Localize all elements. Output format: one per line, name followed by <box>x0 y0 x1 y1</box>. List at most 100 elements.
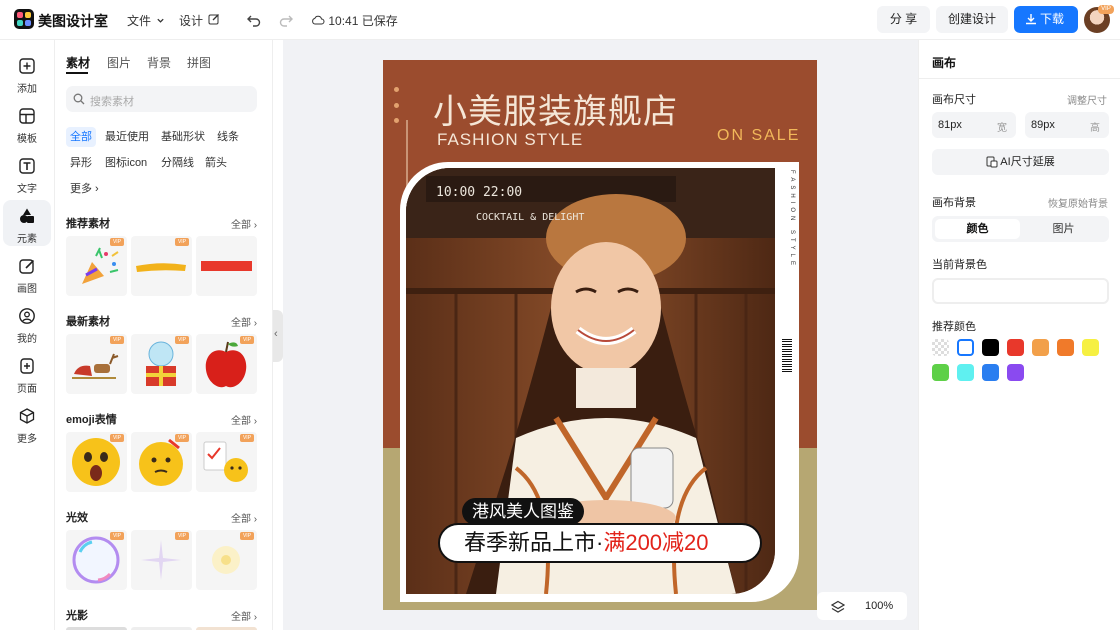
swatch-red[interactable] <box>1007 339 1024 356</box>
asset-yellow-stroke[interactable]: VIP <box>131 236 192 296</box>
section-title-emoji: emoji表情 <box>66 414 117 426</box>
panel-title: 画布 <box>932 56 957 70</box>
current-bg-label: 当前背景色 <box>932 259 987 271</box>
see-all-label: 全部 <box>231 514 251 525</box>
rail-item-more[interactable]: 更多 <box>3 400 51 446</box>
rail-item-page[interactable]: 页面 <box>3 350 51 396</box>
swatch-transparent[interactable] <box>932 339 949 356</box>
bg-type-color[interactable]: 颜色 <box>935 219 1020 239</box>
tab-images[interactable]: 图片 <box>107 54 131 71</box>
rail-label: 更多 <box>17 434 37 445</box>
chip-dividers[interactable]: 分隔线 <box>157 153 198 173</box>
vip-badge: VIP <box>110 238 124 246</box>
poster-dot <box>394 103 399 108</box>
chip-all[interactable]: 全部 <box>66 127 96 147</box>
asset-bubble[interactable]: VIP <box>66 530 127 590</box>
chip-more[interactable]: 更多 › <box>66 179 103 199</box>
cloud-saved-icon <box>312 15 325 25</box>
vip-badge: VIP <box>175 434 189 442</box>
rail-item-text[interactable]: 文字 <box>3 150 51 196</box>
caption-tag[interactable]: 港风美人图鉴 <box>462 498 584 525</box>
width-field[interactable]: 81px 宽 <box>932 112 1016 138</box>
see-all-latest[interactable]: 全部 › <box>231 314 257 329</box>
swatch-purple[interactable] <box>1007 364 1024 381</box>
download-icon <box>1026 14 1036 25</box>
create-design-button[interactable]: 创建设计 <box>936 6 1008 33</box>
vip-badge: VIP <box>110 336 124 344</box>
design-menu[interactable]: 设计 <box>179 12 220 29</box>
design-menu-label: 设计 <box>179 14 204 28</box>
canvas-area: 小美服装旗舰店 FASHION STYLE ON SALE 10:00 22:0… <box>283 40 918 630</box>
chip-recent[interactable]: 最近使用 <box>101 127 153 147</box>
swatch-orange[interactable] <box>1057 339 1074 356</box>
restore-bg-link[interactable]: 恢复原始背景 <box>1048 195 1108 210</box>
asset-sparkle[interactable]: VIP <box>131 530 192 590</box>
top-bar: 美图设计室 文件 设计 10:41 已保存 分 享 创建设计 下载 VIP <box>0 0 1120 40</box>
caption-headline[interactable]: 春季新品上市·满200减20 <box>438 523 762 563</box>
properties-panel: 画布 画布尺寸 调整尺寸 81px 宽 89px 高 AI尺寸延展 画布背景 恢… <box>918 40 1120 630</box>
swatch-blue[interactable] <box>982 364 999 381</box>
recommended-colors-label: 推荐颜色 <box>932 321 976 333</box>
swatch-yellow[interactable] <box>1082 339 1099 356</box>
ai-resize-button[interactable]: AI尺寸延展 <box>932 149 1109 175</box>
asset-emoji-checklist[interactable]: VIP <box>196 432 257 492</box>
width-unit: 宽 <box>997 123 1007 134</box>
vip-badge: VIP <box>240 532 254 540</box>
search-icon <box>73 93 85 105</box>
chip-icons[interactable]: 图标icon <box>101 153 151 173</box>
asset-snow-globe[interactable]: VIP <box>131 334 192 394</box>
see-all-light-effects[interactable]: 全部 › <box>231 510 257 525</box>
asset-apple[interactable]: VIP <box>196 334 257 394</box>
see-all-label: 全部 <box>231 612 251 623</box>
chip-lines[interactable]: 线条 <box>213 127 243 147</box>
current-bg-color[interactable] <box>932 278 1109 304</box>
see-all-emoji[interactable]: 全部 › <box>231 412 257 427</box>
user-icon <box>19 308 35 324</box>
rail-item-mine[interactable]: 我的 <box>3 300 51 346</box>
tab-backgrounds[interactable]: 背景 <box>147 54 171 71</box>
vip-badge: VIP <box>175 532 189 540</box>
swatch-green[interactable] <box>932 364 949 381</box>
resize-link[interactable]: 调整尺寸 <box>1067 92 1107 107</box>
poster-subtitle[interactable]: FASHION STYLE <box>437 130 583 150</box>
swatch-cyan[interactable] <box>957 364 974 381</box>
poster-dot <box>394 118 399 123</box>
redo-icon[interactable] <box>278 12 294 28</box>
asset-sleigh[interactable]: VIP <box>66 334 127 394</box>
collapse-panel-handle[interactable]: ‹ <box>273 310 283 362</box>
chip-irregular[interactable]: 异形 <box>66 153 96 173</box>
poster-canvas[interactable]: 小美服装旗舰店 FASHION STYLE ON SALE 10:00 22:0… <box>383 60 817 610</box>
swatch-white[interactable] <box>957 339 974 356</box>
zoom-control[interactable]: 100% <box>817 592 907 620</box>
vip-badge: VIP <box>110 532 124 540</box>
swatch-black[interactable] <box>982 339 999 356</box>
tab-materials[interactable]: 素材 <box>66 54 90 71</box>
chip-more-label: 更多 <box>70 183 92 195</box>
share-button[interactable]: 分 享 <box>877 6 930 33</box>
search-input[interactable]: 搜索素材 <box>66 86 257 112</box>
poster-sale-text[interactable]: ON SALE <box>717 127 800 145</box>
height-field[interactable]: 89px 高 <box>1025 112 1109 138</box>
download-button[interactable]: 下载 <box>1014 6 1078 33</box>
asset-emoji-thinking[interactable]: VIP <box>131 432 192 492</box>
see-all-recommended[interactable]: 全部 › <box>231 216 257 231</box>
tab-collage[interactable]: 拼图 <box>187 54 211 71</box>
rail-item-draw[interactable]: 画图 <box>3 250 51 296</box>
sign-hours: 10:00 22:00 <box>436 185 522 200</box>
see-all-light-shadow[interactable]: 全部 › <box>231 608 257 623</box>
asset-confetti[interactable]: VIP <box>66 236 127 296</box>
poster-title[interactable]: 小美服装旗舰店 <box>433 84 678 133</box>
file-menu[interactable]: 文件 <box>127 12 165 29</box>
section-title-light-shadow: 光影 <box>66 610 88 622</box>
asset-emoji-shocked[interactable]: VIP <box>66 432 127 492</box>
bg-type-image[interactable]: 图片 <box>1021 219 1106 239</box>
undo-icon[interactable] <box>246 12 262 28</box>
rail-item-elements[interactable]: 元素 <box>3 200 51 246</box>
asset-glow[interactable]: VIP <box>196 530 257 590</box>
asset-red-bar[interactable] <box>196 236 257 296</box>
rail-item-add[interactable]: 添加 <box>3 50 51 96</box>
swatch-light-orange[interactable] <box>1032 339 1049 356</box>
rail-item-template[interactable]: 模板 <box>3 100 51 146</box>
chip-arrows[interactable]: 箭头 <box>201 153 231 173</box>
chip-basic-shapes[interactable]: 基础形状 <box>157 127 209 147</box>
